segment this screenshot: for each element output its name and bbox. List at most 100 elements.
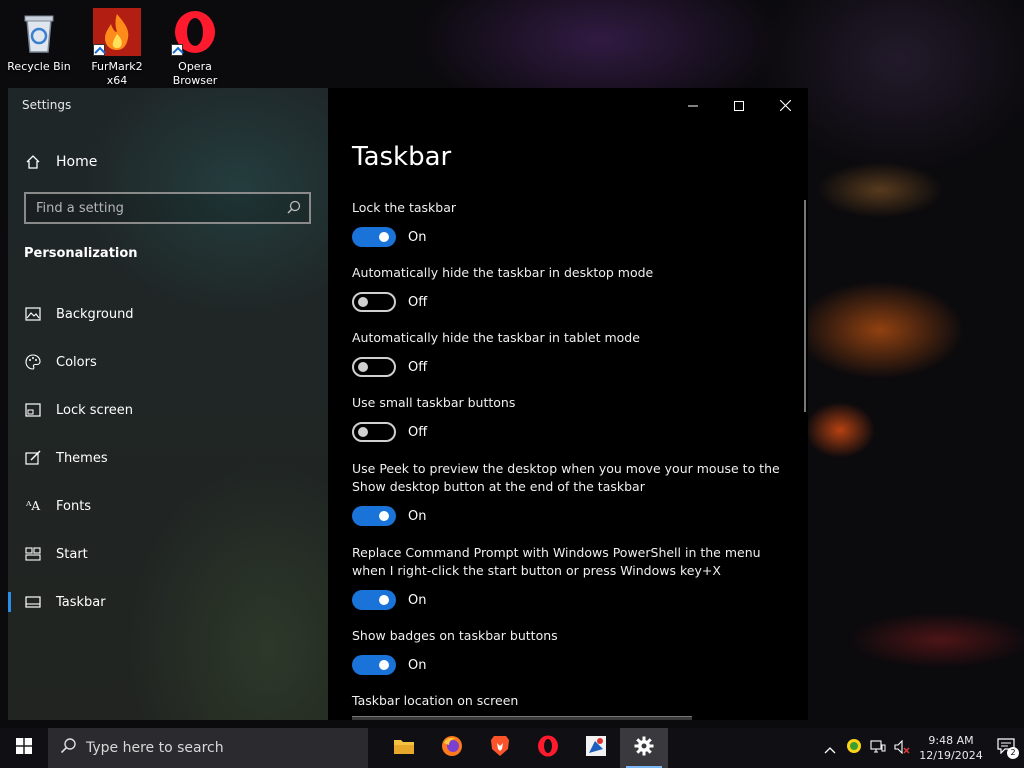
peek-toggle[interactable] (352, 506, 396, 526)
paint-button[interactable] (572, 728, 620, 768)
toggle-state: On (408, 229, 427, 245)
settings-gear-icon (634, 736, 654, 760)
close-button[interactable] (762, 92, 808, 118)
setting-label: Automatically hide the taskbar in tablet… (352, 330, 640, 345)
page-title: Taskbar (352, 142, 452, 172)
opera-taskbar-button[interactable] (524, 728, 572, 768)
windows-logo-icon (16, 738, 32, 758)
powershell-toggle[interactable] (352, 590, 396, 610)
network-icon (870, 739, 886, 758)
lock-taskbar-toggle[interactable] (352, 227, 396, 247)
setting-label-line: when I right-click the start button or p… (352, 563, 721, 578)
background-icon (24, 305, 42, 323)
sidebar-item-label: Fonts (56, 498, 92, 514)
toggle-state: Off (408, 424, 428, 440)
shortcut-arrow-icon (171, 44, 183, 56)
file-explorer-button[interactable] (380, 728, 428, 768)
sidebar-item-start[interactable]: Start (8, 530, 328, 578)
toggle-state: On (408, 508, 427, 524)
find-setting-search[interactable] (24, 192, 311, 224)
sidebar-item-themes[interactable]: Themes (8, 434, 328, 482)
firefox-icon (441, 735, 463, 761)
furmark-icon (93, 8, 141, 56)
action-center-button[interactable]: 2 (988, 728, 1024, 768)
start-button[interactable] (0, 728, 48, 768)
recycle-bin-icon (15, 8, 63, 56)
home-icon (24, 153, 42, 171)
volume-tray-button[interactable] (890, 728, 914, 768)
close-icon (779, 96, 791, 115)
personalization-nav: Background Colors Lock screen Themes ᴬA … (8, 290, 328, 626)
system-tray: 9:48 AM 12/19/2024 2 (818, 728, 1024, 768)
clock-time: 9:48 AM (928, 734, 974, 747)
desktop-icon-opera[interactable]: Opera Browser (160, 8, 230, 88)
desktop-icon-label: Recycle Bin (7, 60, 71, 73)
sidebar-item-fonts[interactable]: ᴬA Fonts (8, 482, 328, 530)
sidebar-item-label: Taskbar (56, 594, 106, 610)
badges-toggle[interactable] (352, 655, 396, 675)
taskbar-search-placeholder: Type here to search (86, 740, 224, 756)
peek-toggle-row: On (352, 505, 426, 527)
maximize-icon (734, 96, 744, 115)
brave-button[interactable] (476, 728, 524, 768)
firefox-button[interactable] (428, 728, 476, 768)
taskbar-icon (24, 593, 42, 611)
setting-label: Replace Command Prompt with Windows Powe… (352, 544, 792, 580)
small-buttons-toggle[interactable] (352, 422, 396, 442)
settings-window: Settings Home Personalization Background (8, 88, 808, 720)
desktop-icon-label: Opera Browser (172, 60, 218, 87)
setting-label: Automatically hide the taskbar in deskto… (352, 265, 654, 280)
palette-icon (24, 353, 42, 371)
taskbar-location-dropdown[interactable] (352, 716, 692, 720)
taskbar-search[interactable]: Type here to search (48, 728, 368, 768)
setting-label: Use Peek to preview the desktop when you… (352, 460, 792, 496)
setting-label-line: Show desktop button at the end of the ta… (352, 479, 645, 494)
find-setting-input[interactable] (34, 199, 287, 217)
clock[interactable]: 9:48 AM 12/19/2024 (914, 733, 988, 763)
maximize-button[interactable] (716, 92, 762, 118)
window-title: Settings (22, 98, 72, 112)
sidebar-home-label: Home (56, 154, 98, 170)
sidebar-item-lock-screen[interactable]: Lock screen (8, 386, 328, 434)
setting-label-line: Use Peek to preview the desktop when you… (352, 461, 780, 476)
autohide-tablet-toggle[interactable] (352, 357, 396, 377)
toggle-state: On (408, 657, 427, 673)
search-icon[interactable] (287, 199, 301, 218)
desktop-icon-furmark[interactable]: FurMark2 x64 (82, 8, 152, 88)
setting-label: Lock the taskbar (352, 200, 457, 215)
sidebar-item-label: Background (56, 306, 134, 322)
sidebar-item-background[interactable]: Background (8, 290, 328, 338)
pinned-apps (380, 728, 668, 768)
volume-muted-icon (894, 739, 910, 758)
lock-screen-icon (24, 401, 42, 419)
lock-taskbar-toggle-row: On (352, 226, 426, 248)
clock-date: 12/19/2024 (919, 749, 983, 762)
toggle-state: Off (408, 294, 428, 310)
network-tray-button[interactable] (866, 728, 890, 768)
autohide-desktop-toggle-row: Off (352, 291, 427, 313)
setting-label: Use small taskbar buttons (352, 395, 516, 410)
sidebar-home[interactable]: Home (24, 152, 97, 172)
autohide-desktop-toggle[interactable] (352, 292, 396, 312)
show-hidden-icons-button[interactable] (818, 728, 842, 768)
sidebar-item-colors[interactable]: Colors (8, 338, 328, 386)
update-tray-button[interactable] (842, 728, 866, 768)
update-status-icon (846, 738, 862, 758)
autohide-tablet-toggle-row: Off (352, 356, 427, 378)
search-icon (60, 738, 76, 758)
badges-toggle-row: On (352, 654, 426, 676)
desktop-icon-recycle-bin[interactable]: Recycle Bin (4, 8, 74, 74)
sidebar-item-label: Start (56, 546, 88, 562)
themes-icon (24, 449, 42, 467)
content-scrollbar[interactable] (804, 200, 806, 412)
sidebar-item-label: Colors (56, 354, 97, 370)
shortcut-arrow-icon (93, 44, 105, 56)
setting-label: Taskbar location on screen (352, 693, 519, 708)
sidebar-item-taskbar[interactable]: Taskbar (8, 578, 328, 626)
settings-sidebar: Settings Home Personalization Background (8, 88, 328, 720)
sidebar-item-label: Lock screen (56, 402, 133, 418)
paint-icon (585, 735, 607, 761)
settings-taskbar-button[interactable] (620, 728, 668, 768)
chevron-up-icon (824, 739, 836, 758)
minimize-button[interactable] (670, 92, 716, 118)
